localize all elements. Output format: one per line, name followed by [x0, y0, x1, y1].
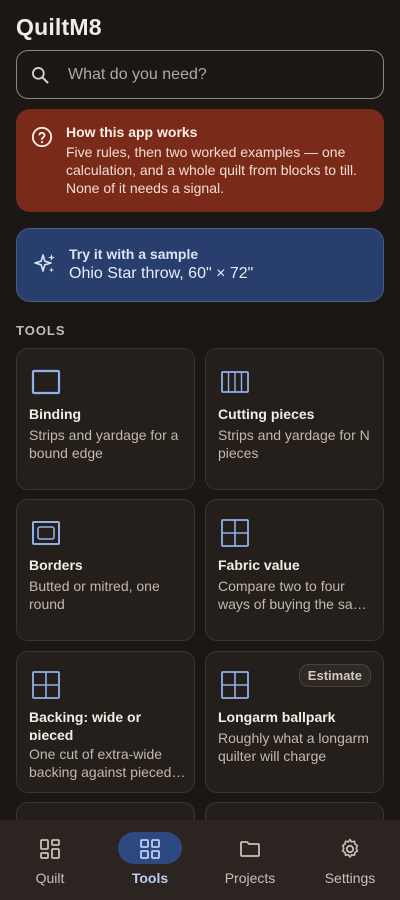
- tool-title: Backing: wide or pieced: [29, 709, 142, 740]
- bottom-navigation: Quilt Tools Projects Settings: [0, 820, 400, 900]
- sample-card-title: Try it with a sample: [69, 246, 199, 262]
- help-card-title: How this app works: [66, 124, 198, 140]
- dashboard-icon: [40, 839, 60, 859]
- tool-description: One cut of extra-wide backing against pi…: [29, 746, 172, 780]
- tools-screen: QuiltM8 How this app works Five rules, t…: [0, 0, 400, 900]
- sample-card-subtitle: Ohio Star throw, 60" × 72": [69, 265, 254, 282]
- tool-title: Binding: [29, 406, 82, 422]
- how-app-works-card[interactable]: How this app works Five rules, then two …: [16, 109, 384, 212]
- tool-title: Longarm ballpark: [218, 709, 336, 725]
- tools-section-label: TOOLS: [16, 323, 66, 338]
- question-circle-icon: [31, 126, 53, 148]
- nav-item-quilt[interactable]: Quilt: [0, 820, 100, 900]
- tool-title: Borders: [29, 557, 83, 573]
- sparkle-icon: [34, 254, 55, 273]
- tool-tile-cutting-pieces[interactable]: Cutting pieces Strips and yardage for N …: [205, 348, 384, 490]
- gear-icon: [341, 838, 359, 858]
- grid-icon: [32, 671, 60, 699]
- frame-icon: [31, 369, 61, 395]
- nav-label: Tools: [131, 870, 169, 886]
- folder-icon: [240, 841, 260, 857]
- tool-tile-longarm-ballpark[interactable]: Estimate Longarm ballpark Roughly what a…: [205, 651, 384, 793]
- tool-description: Strips and yardage for a bound edge: [29, 427, 179, 461]
- tool-description: Roughly what a longarm quilter will char…: [218, 730, 369, 764]
- tool-description: Strips and yardage for N pieces: [218, 427, 370, 461]
- tool-tile-fabric-value[interactable]: Fabric value Compare two to four ways of…: [205, 499, 384, 641]
- grid-icon: [221, 671, 249, 699]
- nav-label: Projects: [224, 870, 276, 886]
- strips-icon: [221, 371, 249, 393]
- help-card-body: Five rules, then two worked examples — o…: [66, 144, 358, 196]
- search-icon: [32, 66, 49, 83]
- tool-tile-binding[interactable]: Binding Strips and yardage for a bound e…: [16, 348, 195, 490]
- nav-label: Quilt: [35, 870, 65, 886]
- sample-card[interactable]: Try it with a sample Ohio Star throw, 60…: [16, 228, 384, 302]
- tool-title: Cutting pieces: [218, 406, 315, 422]
- tool-tile-backing[interactable]: Backing: wide or pieced One cut of extra…: [16, 651, 195, 793]
- nav-label: Settings: [324, 870, 376, 886]
- tool-title: Fabric value: [218, 557, 300, 573]
- nav-item-tools[interactable]: Tools: [100, 820, 200, 900]
- apps-grid-icon: [140, 839, 160, 859]
- app-title: QuiltM8: [16, 14, 102, 40]
- border-icon: [32, 521, 60, 545]
- grid-icon: [221, 519, 249, 547]
- tool-tile-borders[interactable]: Borders Butted or mitred, one round: [16, 499, 195, 641]
- search-input[interactable]: [68, 65, 348, 84]
- search-bar[interactable]: [16, 50, 384, 99]
- estimate-badge: Estimate: [298, 664, 371, 687]
- nav-item-projects[interactable]: Projects: [200, 820, 300, 900]
- tool-description: Butted or mitred, one round: [29, 578, 160, 612]
- tool-description: Compare two to four ways of buying the s…: [218, 578, 373, 612]
- nav-item-settings[interactable]: Settings: [300, 820, 400, 900]
